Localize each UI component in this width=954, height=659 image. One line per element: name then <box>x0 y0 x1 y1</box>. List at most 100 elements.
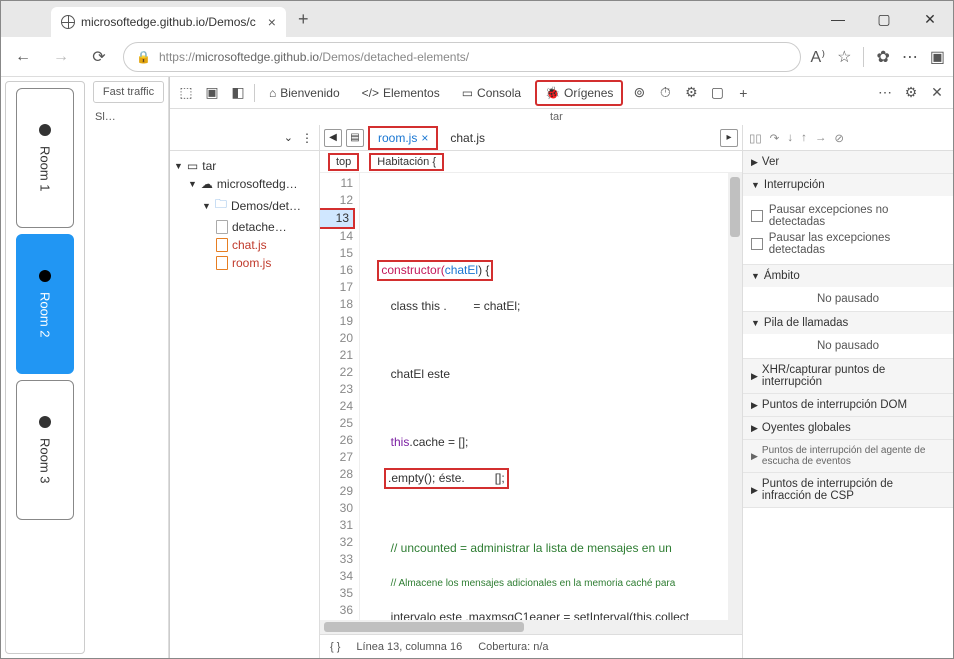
breadcrumb-top[interactable]: top <box>328 153 359 171</box>
devtools-tabs: ⬚ ▣ ◧ ⌂Bienvenido </>Elementos ▭Consola … <box>170 77 953 109</box>
section-label: Interrupción <box>764 179 825 191</box>
breadcrumb-class[interactable]: Habitación { <box>369 153 444 171</box>
line-gutter[interactable]: 11 12 13 14 15 16 17 18 19 20 21 22 <box>320 173 360 620</box>
step-over-icon[interactable]: ↷ <box>770 131 780 145</box>
fast-traffic-button[interactable]: Fast traffic <box>93 81 164 103</box>
code-editor: ◀ ▤ room.js× chat.js ▸ top Habitación { … <box>320 125 743 658</box>
section-xhr[interactable]: ▶XHR/capturar puntos de interrupción <box>743 359 953 393</box>
folder-icon: 🗀 <box>215 195 227 216</box>
caret-right-icon: ▶ <box>751 157 758 168</box>
caret-right-icon: ▶ <box>751 485 758 496</box>
pause-caught-checkbox[interactable]: Pausar las excepciones detectadas <box>751 230 945 258</box>
tree-file-chat[interactable]: chat.js <box>174 236 315 254</box>
extensions-icon[interactable]: ✿ <box>876 47 889 67</box>
tab-elements[interactable]: </>Elementos <box>354 82 448 104</box>
section-breakpoints[interactable]: ▼Interrupción <box>743 174 953 196</box>
favorite-icon[interactable]: ☆ <box>837 47 851 67</box>
tab-sources[interactable]: 🐞Orígenes <box>535 80 623 106</box>
pause-icon[interactable]: ▯▯ <box>749 131 762 145</box>
section-listeners[interactable]: ▶Oyentes globales <box>743 417 953 439</box>
callstack-not-paused: No pausado <box>743 334 953 358</box>
close-devtools-icon[interactable]: ✕ <box>927 83 947 103</box>
settings-icon[interactable]: ⚙ <box>901 83 921 103</box>
url-input[interactable]: 🔒 https://microsoftedge.github.io/Demos/… <box>123 42 801 72</box>
tree-host[interactable]: ▼ ☁ microsoftedg… <box>174 175 315 193</box>
app-icon[interactable]: ▢ <box>707 83 727 103</box>
tree-label: Demos/det… <box>231 199 301 213</box>
collections-icon[interactable]: ▣ <box>930 47 945 67</box>
close-window-button[interactable]: ✕ <box>907 1 953 37</box>
section-csp[interactable]: ▶Puntos de interrupción de infracción de… <box>743 473 953 507</box>
nav-list-icon[interactable]: ▤ <box>346 129 364 147</box>
room-label: Room 2 <box>38 292 53 338</box>
slow-label: Sl… <box>93 107 164 127</box>
horizontal-scrollbar[interactable] <box>320 620 742 634</box>
expand-icon[interactable]: ▸ <box>720 129 738 147</box>
address-bar: ← → ⟳ 🔒 https://microsoftedge.github.io/… <box>1 37 953 77</box>
caret-right-icon: ▶ <box>751 451 758 462</box>
caret-down-icon: ▼ <box>188 179 197 189</box>
section-callstack[interactable]: ▼Pila de llamadas <box>743 312 953 334</box>
section-dom[interactable]: ▶Puntos de interrupción DOM <box>743 394 953 416</box>
read-aloud-icon[interactable]: A⁾ <box>811 47 826 67</box>
code-tab-room[interactable]: room.js × <box>368 126 438 150</box>
tree-folder[interactable]: ▼🗀Demos/det… <box>174 193 315 218</box>
section-event-listener-bp[interactable]: ▶Puntos de interrupción del agente de es… <box>743 440 953 472</box>
maximize-button[interactable]: ▢ <box>861 1 907 37</box>
close-tab-icon[interactable]: × <box>268 14 276 30</box>
tree-label: microsoftedg… <box>217 177 298 191</box>
step-into-icon[interactable]: ↓ <box>787 132 793 144</box>
tree-root[interactable]: ▼▭tar <box>174 157 315 175</box>
device-icon[interactable]: ▣ <box>202 83 222 103</box>
dock-icon[interactable]: ◧ <box>228 83 248 103</box>
browser-tab[interactable]: microsoftedge.github.io/Demos/c × <box>51 7 286 37</box>
current-line: 13 <box>320 208 355 229</box>
code-tab-label: room.js <box>378 131 417 145</box>
caret-right-icon: ▶ <box>751 400 758 411</box>
tree-file-html[interactable]: detache… <box>174 218 315 236</box>
more-icon[interactable]: ⋮ <box>301 131 313 145</box>
braces-icon[interactable]: { } <box>330 641 340 653</box>
room-label: Room 1 <box>38 146 53 192</box>
nav-back-icon[interactable]: ◀ <box>324 129 342 147</box>
pause-uncaught-checkbox[interactable]: Pausar excepciones no detectadas <box>751 202 945 230</box>
add-tab-icon[interactable]: + <box>733 83 753 103</box>
step-out-icon[interactable]: ↑ <box>801 132 807 144</box>
step-icon[interactable]: → <box>815 132 827 144</box>
code-tab-chat[interactable]: chat.js <box>442 128 493 148</box>
new-tab-button[interactable]: + <box>298 9 309 30</box>
tree-label: detache… <box>232 220 287 234</box>
section-watch[interactable]: ▶Ver <box>743 151 953 173</box>
inspect-icon[interactable]: ⬚ <box>176 83 196 103</box>
back-button[interactable]: ← <box>9 43 37 71</box>
checkbox-icon <box>751 210 763 222</box>
tab-welcome[interactable]: ⌂Bienvenido <box>261 82 348 104</box>
refresh-button[interactable]: ⟳ <box>85 43 113 71</box>
room-3[interactable]: Room 3 <box>16 380 74 520</box>
tab-label: Bienvenido <box>280 86 339 100</box>
cloud-icon: ☁ <box>201 177 213 191</box>
url-scheme: https:// <box>159 50 195 64</box>
status-dot-icon <box>39 416 51 428</box>
chevron-down-icon[interactable]: ⌄ <box>284 131 293 144</box>
performance-icon[interactable]: ⏱ <box>655 83 675 103</box>
page-content-snippet: Fast traffic Sl… <box>89 77 169 658</box>
network-icon[interactable]: ⊚ <box>629 83 649 103</box>
tree-file-room[interactable]: room.js <box>174 254 315 272</box>
section-scope[interactable]: ▼Ámbito <box>743 265 953 287</box>
memory-icon[interactable]: ⚙ <box>681 83 701 103</box>
code-content[interactable]: constructor(chatEl) { class this . = cha… <box>360 173 742 620</box>
tree-label: tar <box>202 159 216 173</box>
globe-icon <box>61 15 75 29</box>
more-icon[interactable]: ⋯ <box>902 47 918 67</box>
tab-console[interactable]: ▭Consola <box>454 82 529 104</box>
close-icon[interactable]: × <box>421 131 428 145</box>
minimize-button[interactable]: — <box>815 1 861 37</box>
lock-icon: 🔒 <box>136 50 151 64</box>
more-tools-icon[interactable]: ⋯ <box>875 83 895 103</box>
room-2[interactable]: Room 2 <box>16 234 74 374</box>
vertical-scrollbar[interactable] <box>728 173 742 620</box>
room-1[interactable]: Room 1 <box>16 88 74 228</box>
checkbox-label: Pausar excepciones no detectadas <box>769 204 945 228</box>
deactivate-bp-icon[interactable]: ⊘ <box>834 131 844 145</box>
